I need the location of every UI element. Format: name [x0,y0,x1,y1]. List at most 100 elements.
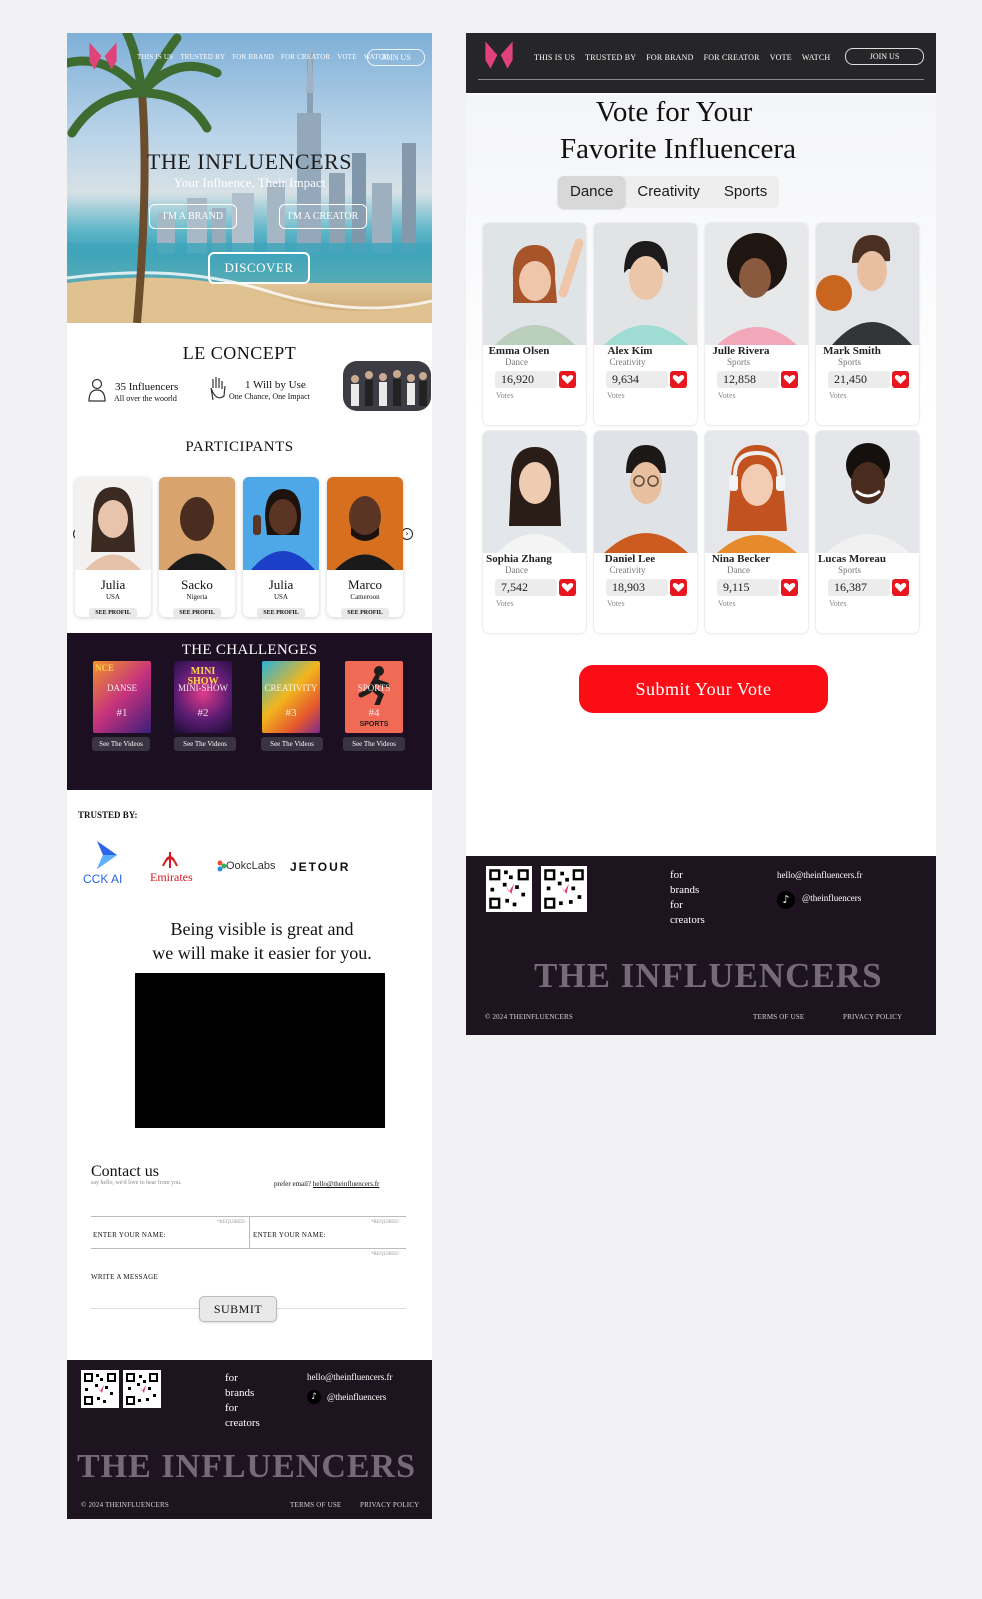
challenge-poster-sports[interactable]: SPORTS #4 SPORTS [345,661,403,733]
footer-email[interactable]: hello@theinfluencers.fr [777,870,863,880]
challenge-poster-mini-show[interactable]: MINI SHOW MINI-SHOW #2 [174,661,232,733]
im-a-creator-button[interactable]: I'M A CREATOR [279,204,367,229]
nav-link-for-brand[interactable]: FOR BRAND [232,53,274,61]
candidate-category: Sports [837,565,861,575]
heart-vote-icon[interactable] [892,371,909,388]
submit-button[interactable]: SUBMIT [199,1296,277,1322]
footer-social-handle[interactable]: @theinfluencers [802,893,861,903]
required-note: *REQUIRED [371,1220,399,1225]
stat-will: 1 Will by Use [245,379,306,391]
landing-page: THIS IS US TRUSTED BY FOR BRAND FOR CREA… [67,33,432,1519]
candidate-card[interactable]: Julle Rivera Sports 12,858 Votes [705,223,808,425]
qr-code-icon[interactable] [541,866,587,912]
candidate-category: Creativity [609,357,646,367]
nav-link-this-is-us[interactable]: THIS IS US [534,53,575,62]
candidate-card[interactable]: Mark Smith Sports 21,450 Votes [816,223,919,425]
candidate-card[interactable]: Alex Kim Creativity 9,634 Votes [594,223,697,425]
heart-vote-icon[interactable] [670,579,687,596]
tiktok-icon[interactable]: ♪ [307,1390,321,1404]
qr-code-icon[interactable] [81,1370,119,1408]
terms-of-use-link[interactable]: TERMS OF USE [290,1501,341,1509]
tab-creativity[interactable]: Creativity [625,176,712,208]
heart-vote-icon[interactable] [781,371,798,388]
candidate-category: Dance [505,357,528,367]
video-player[interactable] [135,973,385,1128]
heart-vote-icon[interactable] [892,579,909,596]
nav-link-vote[interactable]: VOTE [337,53,356,61]
challenge-poster-creativity[interactable]: CREATIVITY #3 [262,661,320,733]
privacy-policy-link[interactable]: PRIVACY POLICY [360,1501,419,1509]
challenge-label: MINI-SHOW [178,683,228,693]
qr-code-icon[interactable] [123,1370,161,1408]
im-a-brand-button[interactable]: I'M A BRAND [149,204,237,229]
challenge-poster-dance[interactable]: NCE DANSE #1 [93,661,151,733]
emirates-logo-text: Emirates [150,870,193,884]
participant-card[interactable]: Julia USA SEE PROFIL [243,477,319,617]
footer-tagline: for brands for creators [225,1371,260,1431]
heart-vote-icon[interactable] [781,579,798,596]
heart-vote-icon[interactable] [559,371,576,388]
see-profil-button[interactable]: SEE PROFIL [173,608,221,617]
vote-nav-links: THIS IS US TRUSTED BY FOR BRAND FOR CREA… [534,53,830,62]
butterfly-logo-icon[interactable] [86,39,120,73]
candidate-name: Lucas Moreau [818,553,886,565]
candidate-card[interactable]: Lucas Moreau Sports 16,387 Votes [816,431,919,633]
message-field[interactable]: WRITE A MESSAGE [91,1273,158,1281]
votes-label: Votes [718,599,736,608]
qr-code-icon[interactable] [486,866,532,912]
discover-button[interactable]: DISCOVER [208,252,310,284]
see-videos-button[interactable]: See The Videos [174,737,236,751]
join-us-button[interactable]: JOIN US [367,49,425,66]
candidate-card[interactable]: Daniel Lee Creativity 18,903 Votes [594,431,697,633]
nav-link-for-brand[interactable]: FOR BRAND [646,53,693,62]
candidate-card[interactable]: Sophia Zhang Dance 7,542 Votes [483,431,586,633]
candidate-card[interactable]: Nina Becker Dance 9,115 Votes [705,431,808,633]
heart-vote-icon[interactable] [670,371,687,388]
nav-link-trusted-by[interactable]: TRUSTED BY [180,53,225,61]
nav-link-vote[interactable]: VOTE [770,53,792,62]
poster-text: SPORTS [359,721,389,728]
vote-count: 16,920 [495,371,557,388]
nav-link-for-creator[interactable]: FOR CREATOR [281,53,330,61]
vote-title-line-1: Vote for Your [595,96,753,128]
tiktok-icon[interactable]: ♪ [777,891,795,909]
join-us-button[interactable]: JOIN US [845,48,924,65]
challenge-number: #1 [116,707,128,719]
tab-dance[interactable]: Dance [558,176,626,208]
privacy-policy-link[interactable]: PRIVACY POLICY [843,1013,902,1021]
candidate-category: Sports [726,357,750,367]
required-note: *REQUIRED [217,1220,245,1225]
see-profil-button[interactable]: SEE PROFIL [257,608,305,617]
footer-tagline-line: for [670,869,683,881]
nav-link-for-creator[interactable]: FOR CREATOR [704,53,760,62]
see-videos-button[interactable]: See The Videos [261,737,323,751]
candidate-photo [483,223,586,345]
participant-card[interactable]: Marco Cameroon SEE PROFIL [327,477,403,617]
see-videos-button[interactable]: See The Videos [343,737,405,751]
participant-photo [243,477,319,570]
influencer-person-icon [88,378,106,402]
nav-link-this-is-us[interactable]: THIS IS US [137,53,173,61]
submit-your-vote-button[interactable]: Submit Your Vote [579,665,828,713]
footer-tagline-line: creators [670,914,705,926]
heart-vote-icon[interactable] [559,579,576,596]
vote-title-line-2: Favorite Influencera [560,133,796,165]
candidate-name: Sophia Zhang [486,553,552,565]
terms-of-use-link[interactable]: TERMS OF USE [753,1013,804,1021]
participant-card[interactable]: Sacko Nigeria SEE PROFIL [159,477,235,617]
participant-photo [159,477,235,570]
candidate-category: Creativity [609,565,646,575]
vote-page: THIS IS US TRUSTED BY FOR BRAND FOR CREA… [466,33,936,1035]
nav-link-watch[interactable]: WATCH [802,53,831,62]
footer-email[interactable]: hello@theinfluencers.fr [307,1372,393,1382]
see-profil-button[interactable]: SEE PROFIL [89,608,137,617]
contact-email-link[interactable]: hello@theinfluencers.fr [313,1180,380,1188]
candidate-card[interactable]: Emma Olsen Dance 16,920 Votes [483,223,586,425]
see-profil-button[interactable]: SEE PROFIL [341,608,389,617]
participant-card[interactable]: Julia USA SEE PROFIL [75,477,151,617]
butterfly-logo-icon[interactable] [482,38,516,72]
footer-social-handle[interactable]: @theinfluencers [327,1392,386,1402]
tab-sports[interactable]: Sports [712,176,779,208]
see-videos-button[interactable]: See The Videos [92,737,150,751]
nav-link-trusted-by[interactable]: TRUSTED BY [585,53,636,62]
